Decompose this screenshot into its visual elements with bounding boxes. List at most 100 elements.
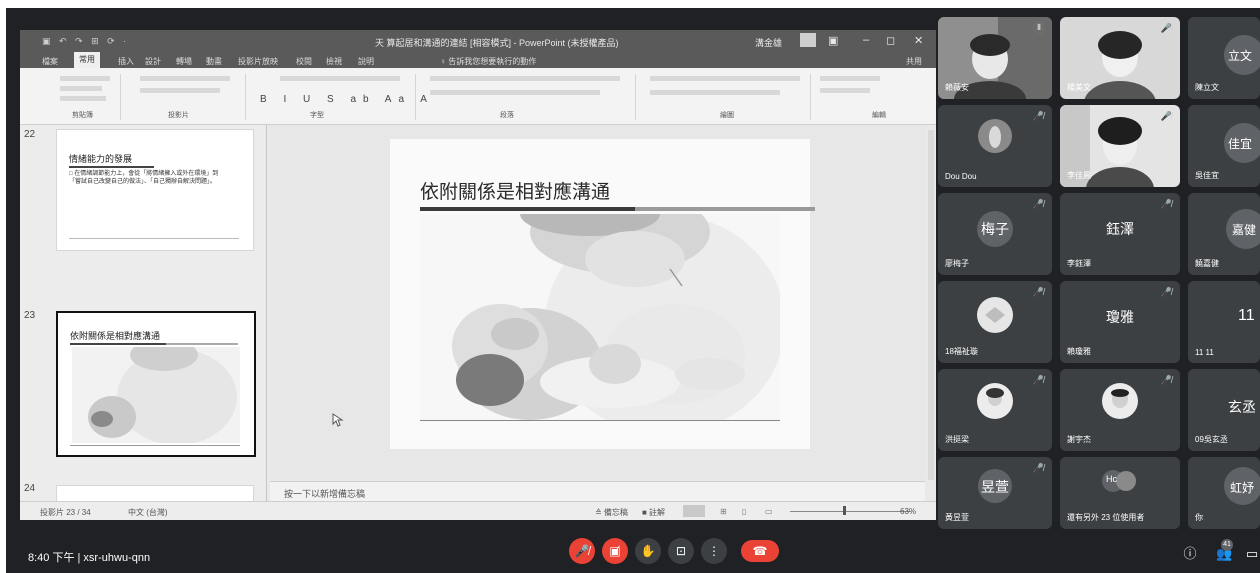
participant-tile[interactable]: 🎤̸ 李佳鳳: [1060, 105, 1180, 187]
minimize-icon[interactable]: –: [863, 34, 869, 46]
participant-tile[interactable]: 佳宜 吳佳宜: [1188, 105, 1260, 187]
notes-pane[interactable]: 按一下以新增備忘稿: [270, 481, 925, 502]
comments-toggle[interactable]: ■ 註解: [642, 507, 665, 518]
participant-tile[interactable]: 鈺澤 🎤̸ 李鈺澤: [1060, 193, 1180, 275]
zoom-slider[interactable]: [790, 511, 910, 512]
camera-off-button[interactable]: ▣̸: [602, 538, 628, 564]
zoom-slider-thumb[interactable]: [843, 506, 846, 515]
tab-slideshow[interactable]: 投影片放映: [238, 56, 278, 67]
slide-counter: 投影片 23 / 34: [40, 508, 91, 517]
ppt-menu-tabs: 檔案 常用 插入 設計 轉場 動畫 投影片放映 校閱 檢視 說明 ♀ 告訴我您想…: [20, 52, 936, 68]
participant-count-badge: 41: [1221, 539, 1233, 551]
participant-initials: 玄丞: [1228, 399, 1256, 415]
participant-initials: 立文: [1228, 49, 1253, 63]
participant-tile[interactable]: 梅子 🎤̸ 廖梅子: [938, 193, 1052, 275]
self-tile[interactable]: 虹妤 你: [1188, 457, 1260, 529]
ribbon-display-icon[interactable]: ▣: [828, 34, 838, 47]
present-screen-button[interactable]: ⊡: [668, 538, 694, 564]
tab-insert[interactable]: 插入: [118, 56, 134, 67]
participant-tile[interactable]: ⦀ 賴薇安: [938, 17, 1052, 99]
group-slides: 投影片: [168, 112, 189, 119]
meet-window: ▣ ↶ ↷ ⊞ ⟳ · 天 算起居和溝通的連結 [相容模式] - PowerPo…: [6, 8, 1260, 573]
participant-tile[interactable]: 昱萱 🎤̸ 黃昱萱: [938, 457, 1052, 529]
participant-initials: 佳宜: [1228, 137, 1253, 151]
maximize-icon[interactable]: ◻: [886, 34, 895, 47]
chat-icon[interactable]: ▭: [1244, 546, 1260, 562]
participant-tile[interactable]: 🎤̸ 洪挺梁: [938, 369, 1052, 451]
muted-mic-icon: 🎤̸: [1160, 23, 1172, 33]
notes-toggle[interactable]: ≙ 備忘稿: [595, 507, 628, 518]
participant-initials: 瓊雅: [1106, 309, 1134, 325]
participant-tile[interactable]: 11 11 11: [1188, 281, 1260, 363]
participant-initials: 昱萱: [981, 479, 1009, 495]
normal-view-button[interactable]: [683, 505, 705, 517]
slide-thumbnail-22[interactable]: 情緒能力的發展 □ 在情緒調節能力上，會從「將情緒擁入或外在環境」到「嘗試自己改…: [56, 129, 254, 251]
mic-off-button[interactable]: 🎤̸: [569, 538, 595, 564]
participant-name: 賴薇安: [945, 83, 969, 92]
participant-initials: 梅子: [981, 221, 1009, 237]
slide-number: 23: [24, 310, 36, 321]
mother-and-baby-photo[interactable]: [420, 214, 780, 420]
participant-tile[interactable]: 玄丞 09吳玄丞: [1188, 369, 1260, 451]
thumb-title: 情緒能力的發展: [69, 155, 133, 165]
participant-tile[interactable]: 嘉健 饒嘉健: [1188, 193, 1260, 275]
participant-avatar: [1102, 383, 1138, 419]
tab-help[interactable]: 說明: [358, 56, 374, 67]
raise-hand-button[interactable]: ✋: [635, 538, 661, 564]
slide-scrollbar[interactable]: [928, 130, 934, 480]
ppt-user-name: 溝金雄: [755, 38, 783, 48]
participant-name: 賴瓊雅: [1067, 347, 1091, 356]
tell-me-search[interactable]: ♀ 告訴我您想要執行的動作: [440, 56, 536, 67]
slideshow-view-icon[interactable]: ▭: [765, 507, 773, 516]
participant-name: 洪挺梁: [945, 435, 969, 444]
group-drawing: 繪圖: [720, 112, 734, 119]
participant-name: Dou Dou: [945, 172, 977, 181]
participant-name: 黃昱萱: [945, 513, 969, 522]
font-format-buttons[interactable]: B I U S ab Aa A: [260, 94, 434, 105]
participant-initials: 11: [1238, 307, 1255, 324]
ppt-statusbar: 投影片 23 / 34 中文 (台灣) ≙ 備忘稿 ■ 註解 ⊞ ▯ ▭ 63%: [20, 501, 936, 520]
participant-initials: 嘉健: [1232, 223, 1257, 237]
participant-tile[interactable]: 🎤̸ 18福祉璇: [938, 281, 1052, 363]
current-slide[interactable]: 依附關係是相對應溝通: [390, 139, 815, 449]
participant-tile[interactable]: 🎤̸ 謝宇杰: [1060, 369, 1180, 451]
tab-animations[interactable]: 動畫: [206, 56, 222, 67]
sorter-view-icon[interactable]: ⊞: [720, 507, 727, 516]
tab-view[interactable]: 檢視: [326, 56, 342, 67]
participant-tile[interactable]: 🎤̸ 楊美文: [1060, 17, 1180, 99]
participant-avatar: [978, 119, 1012, 153]
participant-tile[interactable]: 立文 陳立文: [1188, 17, 1260, 99]
tab-home[interactable]: 常用: [74, 52, 100, 68]
quick-access-toolbar[interactable]: ▣ ↶ ↷ ⊞ ⟳ ·: [42, 36, 129, 47]
notes-placeholder[interactable]: 按一下以新增備忘稿: [284, 487, 365, 500]
more-options-button[interactable]: ⋮: [701, 538, 727, 564]
participant-name: 18福祉璇: [945, 347, 978, 356]
zoom-level[interactable]: 63%: [900, 507, 916, 516]
participant-initials: 虹妤: [1230, 481, 1255, 495]
reading-view-icon[interactable]: ▯: [742, 507, 746, 516]
tab-design[interactable]: 設計: [145, 56, 161, 67]
share-button[interactable]: 共用: [906, 56, 922, 67]
slide-thumbnail-23-selected[interactable]: 依附關係是相對應溝通: [56, 311, 256, 457]
muted-mic-icon: 🎤̸: [1032, 199, 1044, 209]
ppt-ribbon: B I U S ab Aa A 剪貼簿 投影片 字型 段落 繪圖 編輯: [20, 68, 936, 125]
title-underline: [420, 207, 635, 211]
participant-tile[interactable]: 🎤̸ Dou Dou: [938, 105, 1052, 187]
language-status[interactable]: 中文 (台灣): [128, 507, 168, 518]
slide-title[interactable]: 依附關係是相對應溝通: [420, 177, 610, 204]
leave-call-button[interactable]: ☎: [741, 540, 779, 562]
tab-file[interactable]: 檔案: [42, 56, 58, 67]
tab-review[interactable]: 校閱: [296, 56, 312, 67]
slide-editing-area: 依附關係是相對應溝通: [270, 125, 925, 479]
group-editing: 編輯: [872, 112, 886, 119]
ppt-user-avatar[interactable]: [800, 33, 816, 47]
participant-tile[interactable]: 瓊雅 🎤̸ 賴瓊雅: [1060, 281, 1180, 363]
muted-mic-icon: 🎤̸: [1032, 375, 1044, 385]
tab-transitions[interactable]: 轉場: [176, 56, 192, 67]
more-participants-tile[interactable]: Hc 還有另外 23 位使用者: [1060, 457, 1180, 529]
meeting-info-icon[interactable]: ⓘ: [1182, 546, 1198, 562]
close-icon[interactable]: ✕: [914, 34, 923, 47]
slide-thumbnail-pane: 22 情緒能力的發展 □ 在情緒調節能力上，會從「將情緒擁入或外在環境」到「嘗試…: [20, 125, 265, 507]
muted-mic-icon: 🎤̸: [1160, 375, 1172, 385]
muted-mic-icon: 🎤̸: [1160, 199, 1172, 209]
